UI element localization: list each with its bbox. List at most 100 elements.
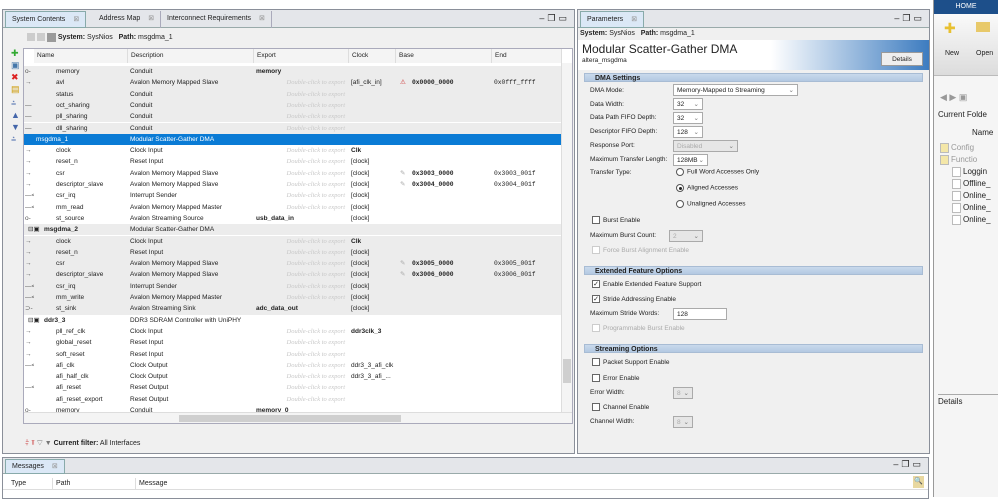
connection-icon[interactable]: —	[25, 111, 34, 122]
funnel-icon[interactable]: ▽ ▼	[37, 440, 52, 447]
connection-icon[interactable]: →	[25, 236, 34, 247]
export-cell[interactable]: Double-click to export	[256, 100, 349, 111]
nav-arrows[interactable]: ◀ ▶ ▣	[940, 92, 967, 103]
max-transfer-select[interactable]: 128MB ⌄	[673, 154, 708, 166]
table-row[interactable]: ⊟▣ ddr3_3 DDR3 SDRAM Controller with UniPH…	[24, 315, 562, 326]
connection-icon[interactable]: →	[25, 247, 34, 258]
error-enable-checkbox[interactable]: Error Enable	[592, 374, 640, 384]
connection-icon[interactable]: →	[25, 258, 34, 269]
checkbox-checked[interactable]: ✓	[592, 295, 600, 304]
export-cell[interactable]: Double-click to export	[256, 292, 349, 303]
table-row[interactable]: o-memory Conduit memory	[24, 66, 562, 78]
edit-icon[interactable]: ✎	[400, 168, 410, 179]
extended-options-header[interactable]: Extended Feature Options	[584, 266, 923, 275]
connection-icon[interactable]: →	[25, 179, 34, 190]
connection-icon[interactable]: →	[25, 168, 34, 179]
export-cell[interactable]: Double-click to export	[256, 77, 349, 88]
connection-icon[interactable]: ⊃-	[25, 303, 34, 314]
checkbox[interactable]	[592, 374, 600, 383]
tab-interconnect-requirements[interactable]: Interconnect Requirements ⊠	[161, 11, 272, 28]
burst-enable-checkbox[interactable]: Burst Enable	[592, 216, 640, 226]
max-stride-input[interactable]: 128	[673, 308, 727, 320]
connection-icon[interactable]: o-	[25, 66, 34, 77]
column-header-export[interactable]: Export	[254, 49, 349, 63]
folder-icon[interactable]	[976, 22, 990, 32]
remove-icon[interactable]: ✖	[11, 72, 19, 83]
enable-extended-checkbox[interactable]: ✓ Enable Extended Feature Support	[592, 280, 701, 290]
export-cell[interactable]: Double-click to export	[256, 394, 349, 405]
column-message[interactable]: Message	[135, 478, 167, 490]
window-controls[interactable]: –❐▭	[893, 459, 924, 470]
edit-icon[interactable]: ▤	[11, 84, 20, 95]
checkbox[interactable]	[592, 403, 600, 412]
file-item[interactable]: Online_	[940, 191, 991, 201]
close-icon[interactable]: ⊠	[73, 16, 79, 23]
window-controls[interactable]: –❐▭	[894, 13, 925, 24]
edit-icon[interactable]: ✎	[400, 258, 410, 269]
export-cell[interactable]: Double-click to export	[256, 382, 349, 393]
data-width-select[interactable]: 32 ⌄	[673, 98, 703, 110]
nav-icon[interactable]	[27, 33, 35, 42]
lock-icon[interactable]: ⚠	[400, 77, 410, 88]
transfer-type-option[interactable]: Unaligned Accesses	[676, 200, 746, 208]
tab-address-map[interactable]: Address Map ⊠	[93, 11, 162, 28]
table-row[interactable]: → global_reset Reset Input Double-click to …	[24, 337, 562, 348]
export-cell[interactable]: usb_data_in	[256, 213, 349, 224]
details-button[interactable]: Details	[881, 52, 923, 66]
file-item[interactable]: Functio	[940, 155, 977, 165]
table-row[interactable]: ⊟▣ msgdma_2 Modular Scatter-Gather DMA	[24, 224, 562, 236]
connection-icon[interactable]	[25, 134, 34, 145]
connection-icon[interactable]: →	[25, 145, 34, 156]
tab-system-contents[interactable]: System Contents ⊠	[5, 11, 87, 28]
tab-messages[interactable]: Messages ⊠	[5, 459, 65, 474]
export-cell[interactable]	[256, 224, 349, 235]
table-row[interactable]: afi_reset_export Reset Output Double-click…	[24, 394, 562, 405]
connection-icon[interactable]	[25, 394, 34, 405]
table-row[interactable]: —<csr_irqInterrupt SenderDouble-click to…	[24, 280, 562, 292]
channel-enable-checkbox[interactable]: Channel Enable	[592, 403, 649, 413]
close-icon[interactable]: ⊠	[148, 15, 154, 22]
stride-addressing-checkbox[interactable]: ✓ Stride Addressing Enable	[592, 295, 676, 305]
column-path[interactable]: Path	[52, 478, 70, 490]
table-row[interactable]: msgdma_1 Modular Scatter-Gather DMA	[24, 133, 562, 146]
export-cell[interactable]	[256, 315, 349, 326]
column-header-clock[interactable]: Clock	[349, 49, 396, 63]
descriptor-fifo-select[interactable]: 128 ⌄	[673, 126, 703, 138]
response-port-select[interactable]: Disabled ⌄	[673, 140, 738, 152]
search-icon[interactable]: 🔍	[913, 476, 924, 488]
connection-icon[interactable]	[25, 89, 34, 100]
table-row[interactable]: →avlAvalon Memory Mapped SlaveDouble-cli…	[24, 77, 562, 89]
table-row[interactable]: —<mm_writeAvalon Memory Mapped MasterDou…	[24, 292, 562, 304]
table-row[interactable]: o-st_source Avalon Streaming Source usb_da…	[24, 213, 562, 224]
dma-mode-select[interactable]: Memory-Mapped to Streaming ⌄	[673, 84, 798, 96]
force-burst-checkbox[interactable]: Force Burst Alignment Enable	[592, 246, 689, 256]
close-icon[interactable]: ⊠	[52, 463, 58, 470]
column-header-end[interactable]: End	[492, 49, 562, 63]
close-icon[interactable]: ⊠	[259, 15, 265, 22]
filter-icon[interactable]: ⫩ ⫪	[25, 440, 35, 447]
export-cell[interactable]: Double-click to export	[256, 371, 349, 382]
file-item[interactable]: Online_	[940, 215, 991, 225]
error-width-select[interactable]: 8 ⌄	[673, 387, 693, 399]
transfer-type-option[interactable]: Full Word Accesses Only	[676, 168, 759, 176]
connection-icon[interactable]: o-	[25, 213, 34, 224]
table-row[interactable]: → descriptor_slave Avalon Memory Mapped Sl…	[24, 179, 562, 190]
table-row[interactable]: → clock Clock Input Double-click to export C…	[24, 145, 562, 156]
connection-icon[interactable]: →	[25, 77, 34, 88]
checkbox[interactable]	[592, 358, 600, 367]
connection-icon[interactable]: →	[25, 156, 34, 167]
export-cell[interactable]: Double-click to export	[256, 145, 349, 156]
export-cell[interactable]: Double-click to export	[256, 179, 349, 190]
move-top-icon[interactable]: ⩮	[11, 98, 16, 109]
export-cell[interactable]: Double-click to export	[256, 360, 349, 371]
checkbox[interactable]	[592, 216, 600, 225]
move-up-icon[interactable]: ▲	[11, 110, 20, 120]
export-cell[interactable]: Double-click to export	[256, 123, 349, 134]
column-header-name[interactable]: Name	[34, 49, 128, 63]
checkbox[interactable]	[592, 246, 600, 255]
table-row[interactable]: → pll_ref_clk Clock Input Double-click to e…	[24, 326, 562, 337]
duplicate-icon[interactable]: ▣	[11, 60, 20, 71]
max-burst-select[interactable]: 2 ⌄	[669, 230, 703, 242]
vertical-scrollbar[interactable]	[561, 63, 572, 413]
expand-collapse-icon[interactable]: ⊟▣	[28, 224, 42, 235]
